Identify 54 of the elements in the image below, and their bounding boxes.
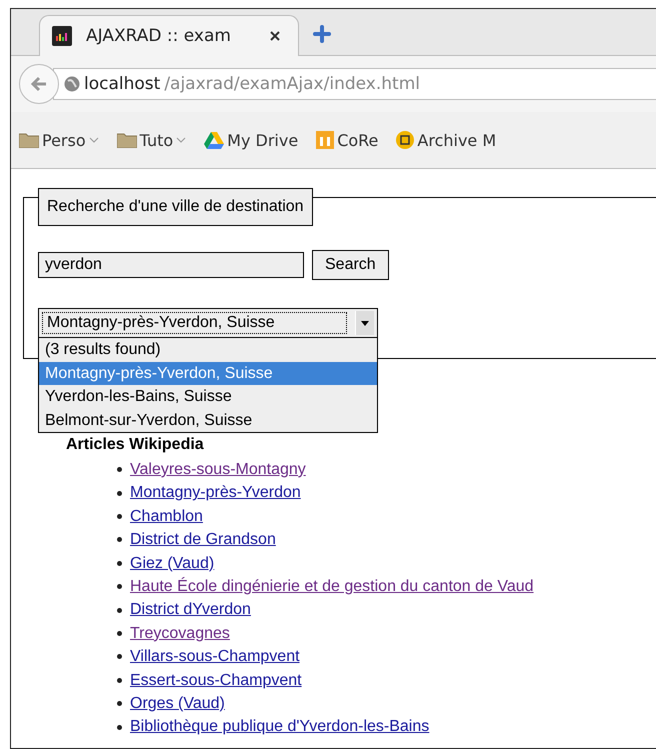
- fieldset-legend: Recherche d'une ville de destination: [38, 188, 313, 226]
- bullet-icon: [117, 514, 122, 520]
- back-button[interactable]: [19, 64, 59, 104]
- article-link[interactable]: Essert-sous-Champvent: [130, 668, 302, 692]
- bookmark-item[interactable]: Archive M: [396, 130, 496, 150]
- chevron-down-icon: [88, 137, 99, 143]
- article-link[interactable]: Haute École dingénierie et de gestion du canton de Vaud: [130, 575, 534, 598]
- bookmark-item[interactable]: My Drive: [204, 130, 298, 150]
- bullet-icon: [117, 608, 122, 613]
- close-icon[interactable]: [270, 31, 280, 41]
- tab-title: AJAXRAD :: exam: [86, 26, 232, 46]
- bullet-icon: [117, 654, 122, 660]
- bullet-icon: [117, 537, 122, 542]
- back-arrow-icon: [30, 76, 48, 92]
- search-field[interactable]: yverdon: [38, 252, 304, 278]
- bar-chart-icon: [52, 26, 72, 46]
- chevron-down-icon: [176, 137, 186, 143]
- article-link[interactable]: Bibliothèque publique d'Yverdon-les-Bains: [130, 715, 430, 739]
- dropdown-option[interactable]: (3 results found): [39, 338, 377, 362]
- dropdown-option[interactable]: Belmont-sur-Yverdon, Suisse: [39, 408, 377, 432]
- bullet-icon: [117, 584, 122, 590]
- dropdown-option[interactable]: Montagny-près-Yverdon, Suisse: [39, 362, 377, 385]
- triangle-logo-icon: [204, 132, 224, 148]
- dropdown-option[interactable]: Yverdon-les-Bains, Suisse: [39, 385, 377, 408]
- article-link[interactable]: Valeyres-sous-Montagny: [130, 458, 306, 482]
- bullet-icon: [117, 701, 122, 706]
- folder-icon: [116, 132, 137, 148]
- section-heading: Articles Wikipedia: [66, 436, 205, 454]
- archive-icon: [396, 131, 414, 149]
- address-bar[interactable]: localhost /ajaxrad/examAjax/index.html: [53, 68, 656, 100]
- article-link[interactable]: Chamblon: [130, 504, 203, 528]
- bullet-icon: [117, 467, 122, 472]
- article-link[interactable]: Giez (Vaud): [130, 552, 214, 576]
- article-link[interactable]: Villars-sous-Champvent: [130, 645, 300, 669]
- globe-icon: [64, 76, 80, 92]
- search-button[interactable]: Search: [312, 250, 389, 280]
- bookmark-item[interactable]: CoRe: [316, 130, 378, 150]
- article-link[interactable]: District de Grandson: [130, 528, 276, 552]
- bullet-icon: [117, 678, 122, 683]
- article-link[interactable]: Treycovagnes: [130, 622, 230, 646]
- article-link[interactable]: Montagny-près-Yverdon: [130, 481, 301, 505]
- new-tab-plus-icon[interactable]: [313, 25, 331, 43]
- bullet-icon: [117, 724, 122, 730]
- browser-tab[interactable]: AJAXRAD :: exam: [39, 15, 299, 56]
- bullet-icon: [117, 631, 122, 636]
- bullet-icon: [117, 560, 122, 566]
- bookmark-item[interactable]: Perso: [19, 130, 99, 150]
- article-link[interactable]: Orges (Vaud): [130, 692, 225, 716]
- folder-icon: [19, 132, 39, 148]
- candles-icon: [316, 131, 334, 149]
- bullet-icon: [117, 490, 122, 496]
- city-select[interactable]: Montagny-près-Yverdon, Suisse: [38, 308, 378, 338]
- article-link[interactable]: District dYverdon: [130, 598, 251, 622]
- bookmark-item[interactable]: Tuto: [116, 130, 186, 150]
